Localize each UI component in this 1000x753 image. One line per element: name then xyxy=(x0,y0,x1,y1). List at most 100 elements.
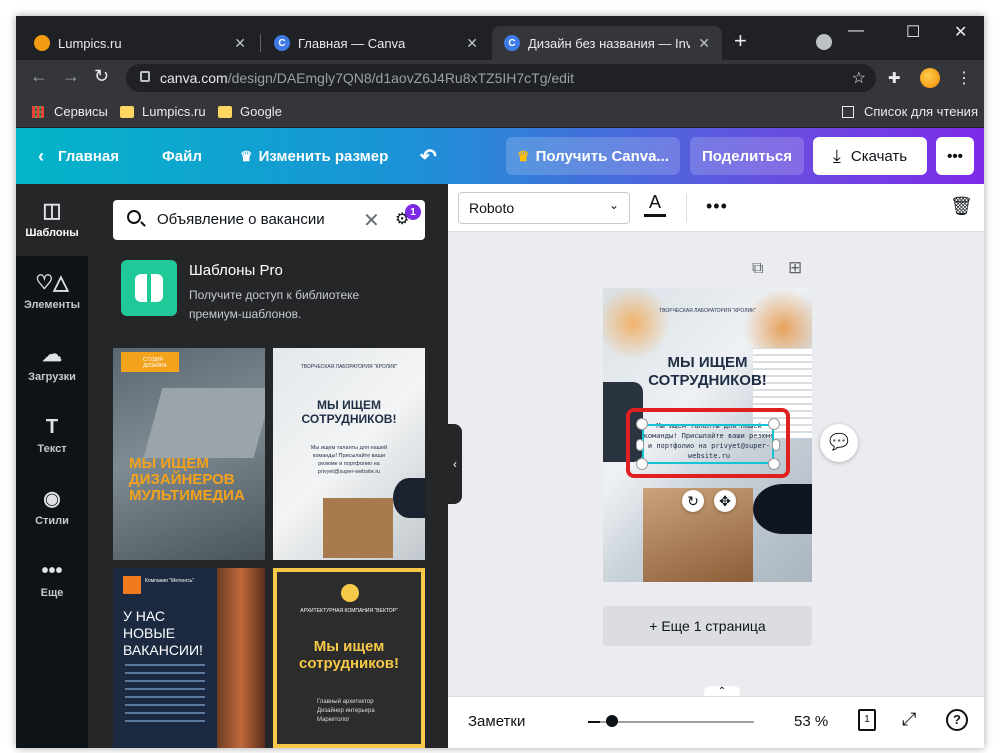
bookmark-google[interactable]: Google xyxy=(218,104,282,119)
text-color-icon[interactable]: A xyxy=(644,192,666,220)
undo-icon[interactable]: ↶ xyxy=(420,128,437,184)
sidebar-item-text[interactable]: T Текст xyxy=(16,400,88,472)
more-icon: ••• xyxy=(41,560,63,582)
share-button[interactable]: Поделиться xyxy=(690,137,804,175)
page-org[interactable]: ТВОРЧЕСКАЯ ЛАБОРАТОРИЯ "КРОЛИК" xyxy=(603,308,812,314)
browser-menu-icon[interactable]: ⋮ xyxy=(956,68,972,88)
more-options-button[interactable]: ••• xyxy=(936,137,974,175)
template-card[interactable]: СТУДИЯ ДИЗАЙНА МЫ ИЩЕМ ДИЗАЙНЕРОВ МУЛЬТИ… xyxy=(113,348,265,560)
tab-canva-home[interactable]: C Главная — Canva ✕ xyxy=(262,26,490,60)
company-logo-icon xyxy=(123,576,141,594)
vacancy-list xyxy=(125,664,205,724)
close-icon[interactable]: ✕ xyxy=(698,35,710,52)
download-button[interactable]: ⤓ Скачать xyxy=(813,137,927,175)
resize-handle[interactable] xyxy=(772,439,780,451)
template-body: Главный архитектор Дизайнер интерьера Ма… xyxy=(317,699,375,723)
close-icon[interactable]: ✕ xyxy=(466,35,478,52)
fullscreen-icon[interactable]: ⤢ xyxy=(902,709,916,730)
lens-image xyxy=(753,484,812,534)
zoom-level[interactable]: 53 % xyxy=(794,713,828,730)
vertical-scrollbar[interactable] xyxy=(970,232,978,688)
get-pro-label: Получить Canva... xyxy=(535,147,669,165)
page-title[interactable]: МЫ ИЩЕМ СОТРУДНИКОВ! xyxy=(623,354,792,390)
tab-divider xyxy=(260,34,261,52)
template-card[interactable]: Компания "Метенгсь" У НАС НОВЫЕ ВАКАНСИИ… xyxy=(113,568,265,748)
minimize-icon[interactable]: — xyxy=(848,22,864,40)
clear-search-icon[interactable]: ✕ xyxy=(363,208,380,233)
template-card[interactable]: ТВОРЧЕСКАЯ ЛАБОРАТОРИЯ "КРОЛИК" МЫ ИЩЕМ … xyxy=(273,348,425,560)
url-path: /design/DAEmgly7QN8/d1aovZ6J4Ru8xTZ5IH7c… xyxy=(227,70,574,86)
page-count-icon[interactable]: 1 xyxy=(858,709,876,731)
reading-list-icon xyxy=(842,105,854,118)
sidebar-item-elements[interactable]: ♡△ Элементы xyxy=(16,256,88,328)
url-host: canva.com xyxy=(160,70,228,86)
move-icon[interactable]: ✥ xyxy=(714,490,736,512)
sidebar-item-label: Элементы xyxy=(23,299,81,311)
bookmark-label: Google xyxy=(240,104,282,119)
profile-avatar[interactable] xyxy=(920,68,940,88)
chevron-left-icon: ‹ xyxy=(38,145,44,166)
sidebar-item-label: Стили xyxy=(35,515,69,527)
add-page-button[interactable]: + Еще 1 страница xyxy=(603,606,812,646)
text-icon: T xyxy=(45,416,59,438)
resize-handle[interactable] xyxy=(636,439,644,451)
tab-lumpics[interactable]: Lumpics.ru ✕ xyxy=(22,26,258,60)
new-tab-button[interactable]: + xyxy=(734,30,747,52)
close-icon[interactable]: ✕ xyxy=(234,35,246,52)
resize-handle[interactable] xyxy=(768,458,780,470)
window-close-icon[interactable]: ✕ xyxy=(954,22,967,42)
rotate-icon[interactable]: ↻ xyxy=(682,490,704,512)
tab-title: Дизайн без названия — Invitat xyxy=(528,35,691,51)
home-button[interactable]: ‹ Главная xyxy=(38,128,119,184)
help-icon[interactable]: ? xyxy=(946,709,968,731)
address-bar[interactable]: canva.com/design/DAEmgly7QN8/d1aovZ6J4Ru… xyxy=(126,64,876,92)
tab-strip: Lumpics.ru ✕ C Главная — Canva ✕ C Дизай… xyxy=(16,16,984,60)
reading-list-label: Список для чтения xyxy=(864,104,978,119)
folder-icon xyxy=(120,105,134,118)
sidebar-item-styles[interactable]: ◉ Стили xyxy=(16,472,88,544)
sidebar-item-templates[interactable]: ◫ Шаблоны xyxy=(16,184,88,256)
home-label: Главная xyxy=(58,147,120,165)
folder-icon xyxy=(218,105,232,118)
forward-icon[interactable]: → xyxy=(62,66,80,87)
templates-panel: Объявление о вакансии ✕ ⚙ 1 Шаблоны Pro … xyxy=(88,184,448,748)
bookmark-lumpics[interactable]: Lumpics.ru xyxy=(120,104,206,119)
font-selector[interactable]: Roboto ⌄ xyxy=(458,192,630,224)
pro-templates-promo[interactable]: Шаблоны Pro Получите доступ к библиотеке… xyxy=(121,260,421,330)
bookmark-star-icon[interactable]: ☆ xyxy=(852,68,866,88)
lock-icon xyxy=(140,71,150,82)
sidebar-item-more[interactable]: ••• Еще xyxy=(16,544,88,616)
text-selection-box[interactable] xyxy=(642,424,774,464)
delete-icon[interactable]: 🗑 xyxy=(950,196,973,217)
template-card[interactable]: АРХИТЕКТУРНАЯ КОМПАНИЯ "ВЕКТОР" Мы ищем … xyxy=(273,568,425,748)
template-search-input[interactable]: Объявление о вакансии ✕ ⚙ 1 xyxy=(113,200,425,240)
sidebar-item-uploads[interactable]: ☁ Загрузки xyxy=(16,328,88,400)
extensions-icon[interactable]: ✚ xyxy=(888,69,901,87)
tab-canva-design[interactable]: C Дизайн без названия — Invitat ✕ xyxy=(492,26,722,60)
add-page-icon[interactable]: ⊞ xyxy=(788,258,802,278)
resize-handle[interactable] xyxy=(768,418,780,430)
resize-handle[interactable] xyxy=(636,458,648,470)
get-canva-pro-button[interactable]: ♛ Получить Canva... xyxy=(506,137,680,175)
file-menu-button[interactable]: Файл xyxy=(162,128,202,184)
template-org: Компания "Метенгсь" xyxy=(145,578,195,584)
zoom-slider-thumb[interactable] xyxy=(606,715,618,727)
reading-list[interactable]: Список для чтения xyxy=(842,104,978,119)
back-icon[interactable]: ← xyxy=(30,66,48,87)
resize-button[interactable]: ♛ Изменить размер xyxy=(240,128,388,184)
template-title: Мы ищем сотрудников! xyxy=(299,638,399,672)
sidebar-item-label: Шаблоны xyxy=(25,227,79,239)
resize-label: Изменить размер xyxy=(258,147,389,165)
resize-handle[interactable] xyxy=(636,418,648,430)
add-comment-icon[interactable]: 💬 xyxy=(820,424,858,462)
bookmark-label: Lumpics.ru xyxy=(142,104,206,119)
reload-icon[interactable]: ↻ xyxy=(94,66,109,87)
bookmark-services[interactable]: Сервисы xyxy=(32,104,108,119)
tab-search-icon[interactable] xyxy=(816,34,832,50)
more-options-icon[interactable]: ••• xyxy=(706,196,728,217)
browser-window: Lumpics.ru ✕ C Главная — Canva ✕ C Дизай… xyxy=(16,16,984,748)
notes-button[interactable]: Заметки xyxy=(468,713,525,730)
collapse-panel-icon[interactable]: ‹ xyxy=(448,424,462,504)
maximize-icon[interactable]: ☐ xyxy=(906,22,920,42)
duplicate-page-icon[interactable]: ⧉ xyxy=(752,260,763,278)
